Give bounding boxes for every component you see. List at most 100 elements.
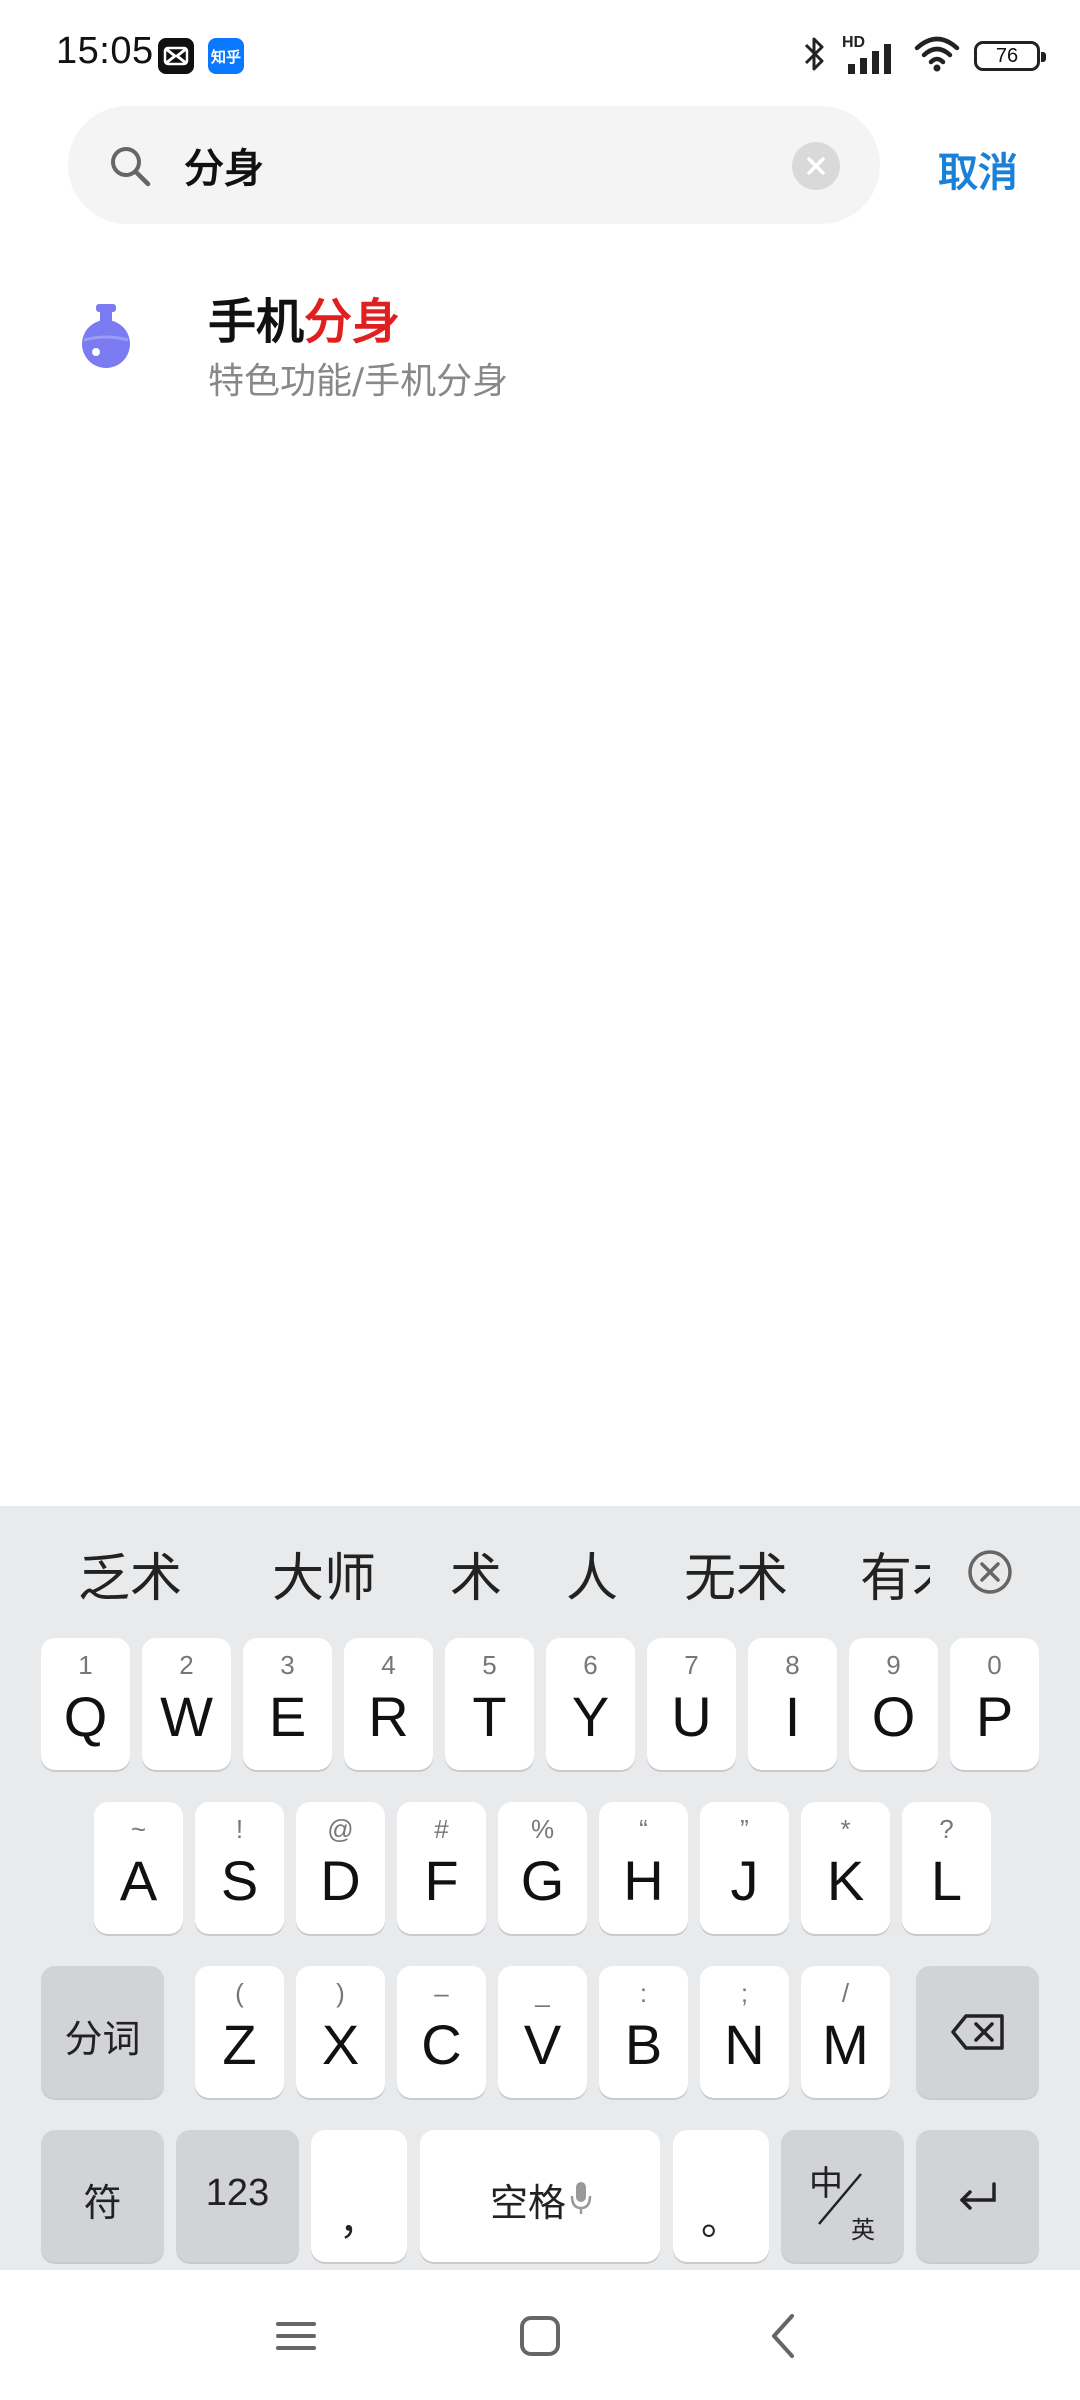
search-input[interactable] [184,128,744,202]
candidate-word[interactable]: 大师 [272,1536,376,1611]
key-j[interactable]: ” J [700,1802,789,1934]
backspace-key[interactable] [916,1966,1039,2098]
key-l[interactable]: ? L [902,1802,991,1934]
key-y[interactable]: 6Y [546,1638,635,1770]
comma-key[interactable]: ， [311,2130,407,2262]
key-letter: V [523,2013,562,2076]
key-hint: : [639,1978,648,2008]
key-letter: N [724,2013,765,2076]
back-icon [772,2314,794,2358]
key-d[interactable]: @ D [296,1802,385,1934]
key-f[interactable]: # F [397,1802,486,1934]
key-p[interactable]: 0P [950,1638,1039,1770]
close-icon [807,157,825,175]
result-title-prefix: 手机 [208,294,305,350]
number-key[interactable]: 123 [176,2130,299,2262]
key-n[interactable]: ; N [700,1966,789,2098]
status-time: 15:05 [56,30,154,72]
clear-candidates-button[interactable] [966,1548,1014,1596]
key-letter: C [421,2013,462,2076]
key-letter: K [826,1849,865,1912]
key-k[interactable]: * K [801,1802,890,1934]
key-hint: ( [235,1978,244,2008]
key-hint: ; [740,1978,749,2008]
symbol-key[interactable]: 符 [41,2130,164,2262]
candidate-word[interactable]: 术 [450,1536,502,1611]
key-m[interactable]: / M [801,1966,890,2098]
candidate-bar: 乏术 大师 术 人 无术 有术 [0,1506,1080,1626]
key-h[interactable]: “H [599,1802,688,1934]
key-v[interactable]: _ V [498,1966,587,2098]
key-letter: D [320,1849,361,1912]
language-switch-key[interactable]: 中 英 [781,2130,904,2262]
key-u[interactable]: 7U [647,1638,736,1770]
key-label: 符 [83,2181,122,2225]
key-x[interactable]: ) X [296,1966,385,2098]
space-key[interactable]: 空格 [420,2130,660,2262]
bluetooth-icon [802,34,828,78]
candidate-word[interactable]: 乏术 [78,1536,182,1611]
key-letter: S [220,1849,259,1912]
key-letter: X [321,2013,360,2076]
key-letter: Z [222,2013,257,2076]
key-hint: @ [327,1814,354,1844]
enter-icon [960,2182,996,2210]
key-hint: 2 [179,1650,194,1680]
key-r[interactable]: 4R [344,1638,433,1770]
soft-keyboard: 乏术 大师 术 人 无术 有术 1Q 2W 3E 4R 5T 6Y 7U 8I … [0,1506,1080,2270]
key-hint: ) [336,1978,345,2008]
key-t[interactable]: 5T [445,1638,534,1770]
key-z[interactable]: (Z [195,1966,284,2098]
key-letter: U [671,1685,712,1748]
search-bar[interactable] [68,106,880,224]
key-letter: J [730,1849,759,1912]
key-g[interactable]: % G [498,1802,587,1934]
search-result-item[interactable]: 手机分身 特色功能/手机分身 [0,262,1080,412]
flask-icon [76,302,136,370]
cancel-button[interactable]: 取消 [938,140,1018,198]
key-w[interactable]: 2W [142,1638,231,1770]
period-key[interactable]: 。 [673,2130,769,2262]
key-label: 空格 [489,2181,566,2225]
key-letter: G [520,1849,565,1912]
key-hint: 4 [381,1650,396,1680]
key-hint: 6 [583,1650,598,1680]
key-e[interactable]: 3E [243,1638,332,1770]
candidate-word[interactable]: 人 [566,1536,618,1611]
key-hint: 8 [785,1650,800,1680]
key-q[interactable]: 1Q [41,1638,130,1770]
key-hint: / [841,1978,850,2008]
menu-button[interactable] [268,2308,324,2364]
key-o[interactable]: 9O [849,1638,938,1770]
key-c[interactable]: – C [397,1966,486,2098]
key-label: 。 [701,2198,741,2244]
key-letter: W [160,1685,213,1748]
candidate-word[interactable]: 无术 [684,1536,788,1611]
key-s[interactable]: ! S [195,1802,284,1934]
key-label: 123 [205,2172,270,2214]
key-b[interactable]: :B [599,1966,688,2098]
key-i[interactable]: 8I [748,1638,837,1770]
zhihu-icon: 知乎 [208,38,244,74]
key-hint: 1 [78,1650,93,1680]
key-hint: “ [639,1814,648,1844]
key-letter: P [975,1685,1014,1748]
enter-key[interactable] [916,2130,1039,2262]
segment-key[interactable]: 分词 [41,1966,164,2098]
key-hint: _ [535,1978,550,2008]
key-hint: % [530,1814,555,1844]
key-a[interactable]: ~ A [94,1802,183,1934]
search-icon [108,144,152,188]
key-hint: ~ [130,1814,147,1844]
candidate-fade [930,1506,966,1626]
back-button[interactable] [756,2308,812,2364]
key-hint: 7 [684,1650,699,1680]
battery-icon: 76 [974,41,1046,71]
key-letter: A [119,1849,158,1912]
key-letter: I [784,1685,801,1748]
clear-search-button[interactable] [792,142,840,190]
key-letter: R [368,1685,409,1748]
home-button[interactable] [512,2308,568,2364]
wifi-icon [914,34,960,78]
key-hint: 3 [280,1650,295,1680]
